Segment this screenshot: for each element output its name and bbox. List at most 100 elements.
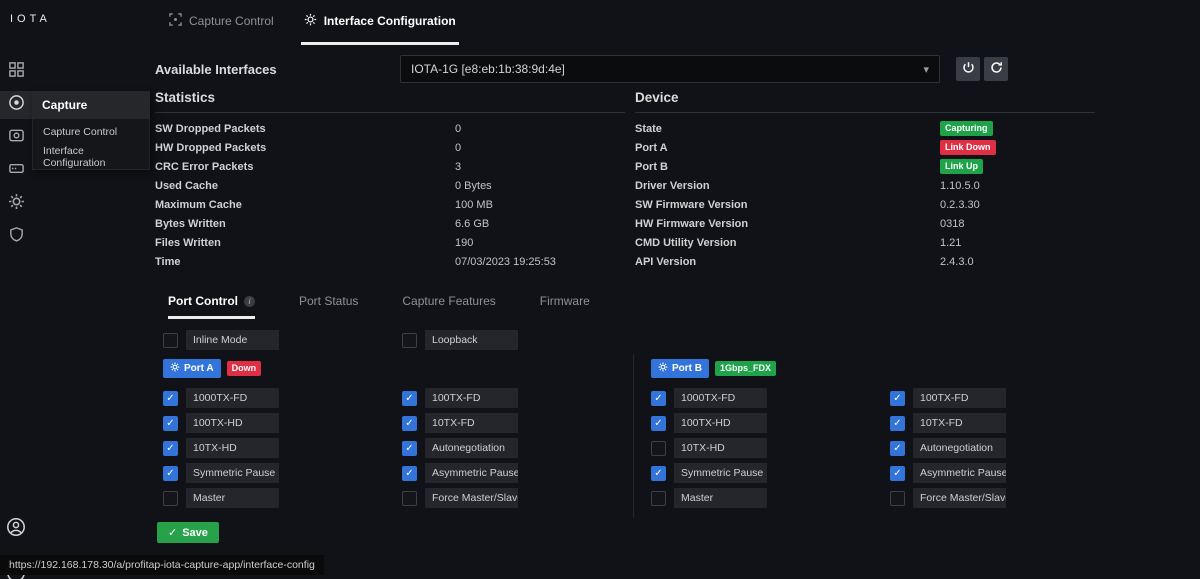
camera-icon: [8, 127, 25, 149]
capture-app-icon: [8, 94, 25, 116]
checkbox-port-a-1000tx-fd[interactable]: 1000TX-FD: [163, 388, 279, 408]
checkbox-port-b-10tx-hd[interactable]: 10TX-HD: [651, 438, 767, 458]
checkbox-port-a-asymmetric-pause[interactable]: Asymmetric Pause: [402, 463, 518, 483]
device-row: StateCapturing: [635, 119, 1095, 138]
stat-row: Time07/03/2023 19:25:53: [155, 252, 625, 271]
interface-select[interactable]: IOTA-1G [e8:eb:1b:38:9d:4e] ▾: [400, 55, 940, 83]
checkbox-icon: [163, 391, 178, 406]
checkbox-icon: [651, 416, 666, 431]
port-b-column-2: 100TX-FD 10TX-FD Autonegotiation Asymmet…: [890, 388, 1006, 508]
checkbox-icon: [402, 333, 417, 348]
checkbox-port-b-100tx-hd[interactable]: 100TX-HD: [651, 413, 767, 433]
checkbox-port-a-master[interactable]: Master: [163, 488, 279, 508]
main-content: Available Interfaces IOTA-1G [e8:eb:1b:3…: [155, 48, 1095, 560]
tab-capture-features[interactable]: Capture Features: [402, 294, 495, 319]
port-a-column-2: 100TX-FD 10TX-FD Autonegotiation Asymmet…: [402, 388, 518, 508]
capture-frame-icon: [169, 13, 182, 29]
stat-row: Bytes Written6.6 GB: [155, 214, 625, 233]
app-window: IOTA: [0, 0, 1200, 579]
port-a-badges: Port A Down: [163, 359, 261, 378]
interface-select-value: IOTA-1G [e8:eb:1b:38:9d:4e]: [411, 62, 565, 76]
flyout-item-interface-configuration[interactable]: Interface Configuration: [33, 144, 149, 169]
available-interfaces-label: Available Interfaces: [155, 62, 277, 77]
checkbox-port-a-10tx-fd[interactable]: 10TX-FD: [402, 413, 518, 433]
sidebar-item-media[interactable]: [0, 124, 32, 152]
tab-port-status[interactable]: Port Status: [299, 294, 358, 319]
checkbox-icon: [890, 391, 905, 406]
sidebar-item-capture-app[interactable]: [0, 91, 32, 119]
device-row: Port BLink Up: [635, 157, 1095, 176]
port-b-settings-badge[interactable]: Port B: [651, 359, 709, 378]
tab-capture-control[interactable]: Capture Control: [166, 0, 277, 45]
sidebar-item-configuration[interactable]: [0, 190, 32, 218]
checkbox-icon: [402, 491, 417, 506]
tab-label: Capture Control: [189, 14, 274, 28]
checkbox-port-b-100tx-fd[interactable]: 100TX-FD: [890, 388, 1006, 408]
grid-icon: [8, 61, 25, 83]
tab-port-control[interactable]: Port Control i: [168, 294, 255, 319]
checkbox-port-a-10tx-hd[interactable]: 10TX-HD: [163, 438, 279, 458]
port-b-badges: Port B 1Gbps_FDX: [651, 359, 776, 378]
device-row: SW Firmware Version0.2.3.30: [635, 195, 1095, 214]
checkbox-icon: [163, 466, 178, 481]
checkbox-icon: [890, 441, 905, 456]
checkbox-icon: [163, 333, 178, 348]
checkbox-port-a-100tx-hd[interactable]: 100TX-HD: [163, 413, 279, 433]
tab-firmware[interactable]: Firmware: [540, 294, 590, 319]
device-row: HW Firmware Version0318: [635, 214, 1095, 233]
checkbox-port-b-force-master-slave[interactable]: Force Master/Slave: [890, 488, 1006, 508]
tab-interface-configuration[interactable]: Interface Configuration: [301, 0, 459, 45]
sidebar-item-admin[interactable]: [0, 223, 32, 251]
shield-icon: [8, 226, 25, 248]
flyout-item-capture-control[interactable]: Capture Control: [33, 119, 149, 144]
save-button-label: Save: [182, 527, 208, 539]
info-icon: i: [244, 296, 255, 307]
checkbox-icon: [890, 466, 905, 481]
port-a-status-badge: Down: [227, 361, 262, 376]
sidebar-item-storage[interactable]: [0, 157, 32, 185]
checkbox-port-b-asymmetric-pause[interactable]: Asymmetric Pause: [890, 463, 1006, 483]
device-row: API Version2.4.3.0: [635, 252, 1095, 271]
port-a-column-1: 1000TX-FD 100TX-HD 10TX-HD Symmetric Pau…: [163, 388, 279, 508]
device-row: Driver Version1.10.5.0: [635, 176, 1095, 195]
checkbox-port-b-master[interactable]: Master: [651, 488, 767, 508]
save-button[interactable]: ✓ Save: [157, 522, 219, 543]
sidebar: [0, 58, 32, 251]
top-tab-bar: Capture Control Interface Configuration: [166, 0, 459, 45]
checkbox-icon: [651, 441, 666, 456]
stat-row: HW Dropped Packets0: [155, 138, 625, 157]
checkbox-icon: [402, 391, 417, 406]
device-panel: Device StateCapturing Port ALink Down Po…: [635, 90, 1095, 271]
port-control-panel: Inline Mode Loopback Port A Down Port B …: [155, 326, 1095, 558]
checkbox-port-b-1000tx-fd[interactable]: 1000TX-FD: [651, 388, 767, 408]
checkbox-port-b-autonegotiation[interactable]: Autonegotiation: [890, 438, 1006, 458]
checkbox-inline-mode[interactable]: Inline Mode: [163, 330, 279, 350]
storage-drive-icon: [8, 160, 25, 182]
port-a-settings-badge[interactable]: Port A: [163, 359, 221, 378]
checkbox-icon: [163, 441, 178, 456]
gear-icon: [658, 362, 668, 375]
checkbox-port-b-10tx-fd[interactable]: 10TX-FD: [890, 413, 1006, 433]
power-button[interactable]: [956, 57, 980, 81]
checkbox-port-a-100tx-fd[interactable]: 100TX-FD: [402, 388, 518, 408]
refresh-button[interactable]: [984, 57, 1008, 81]
stat-row: CRC Error Packets3: [155, 157, 625, 176]
checkbox-port-a-force-master-slave[interactable]: Force Master/Slave: [402, 488, 518, 508]
avatar-icon[interactable]: [6, 517, 26, 537]
port-tab-bar: Port Control i Port Status Capture Featu…: [155, 294, 590, 319]
power-icon: [962, 61, 975, 77]
device-title: Device: [635, 90, 1095, 113]
gear-icon: [170, 362, 180, 375]
refresh-icon: [990, 61, 1003, 77]
statistics-title: Statistics: [155, 90, 625, 113]
chevron-down-icon: ▾: [923, 63, 929, 76]
checkbox-icon: [402, 416, 417, 431]
checkbox-port-b-symmetric-pause[interactable]: Symmetric Pause: [651, 463, 767, 483]
iota-logo: IOTA: [10, 13, 51, 25]
sidebar-item-dashboards[interactable]: [0, 58, 32, 86]
checkbox-icon: [402, 441, 417, 456]
checkbox-loopback[interactable]: Loopback: [402, 330, 518, 350]
checkbox-icon: [163, 491, 178, 506]
checkbox-port-a-symmetric-pause[interactable]: Symmetric Pause: [163, 463, 279, 483]
checkbox-port-a-autonegotiation[interactable]: Autonegotiation: [402, 438, 518, 458]
